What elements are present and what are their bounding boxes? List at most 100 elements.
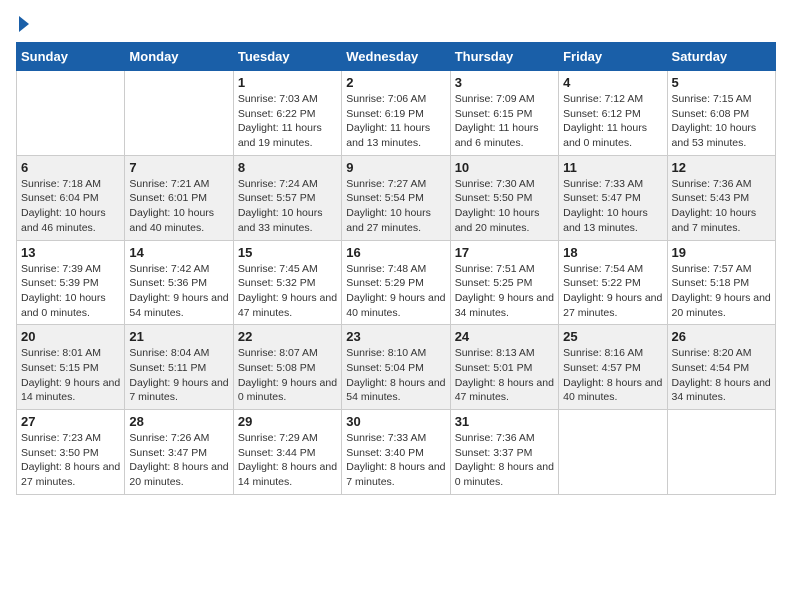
calendar-cell: 27 Sunrise: 7:23 AMSunset: 3:50 PMDayligh… bbox=[17, 410, 125, 495]
day-number: 3 bbox=[455, 75, 554, 90]
calendar-table: SundayMondayTuesdayWednesdayThursdayFrid… bbox=[16, 42, 776, 495]
day-number: 20 bbox=[21, 329, 120, 344]
day-info: Sunrise: 7:45 AMSunset: 5:32 PMDaylight:… bbox=[238, 262, 337, 321]
day-info: Sunrise: 7:23 AMSunset: 3:50 PMDaylight:… bbox=[21, 431, 120, 490]
day-info: Sunrise: 7:06 AMSunset: 6:19 PMDaylight:… bbox=[346, 92, 445, 151]
calendar-cell bbox=[559, 410, 667, 495]
calendar-cell: 26 Sunrise: 8:20 AMSunset: 4:54 PMDayligh… bbox=[667, 325, 775, 410]
day-number: 17 bbox=[455, 245, 554, 260]
day-number: 15 bbox=[238, 245, 337, 260]
calendar-cell: 17 Sunrise: 7:51 AMSunset: 5:25 PMDayligh… bbox=[450, 240, 558, 325]
calendar-week-row: 6 Sunrise: 7:18 AMSunset: 6:04 PMDaylight… bbox=[17, 155, 776, 240]
day-number: 5 bbox=[672, 75, 771, 90]
day-info: Sunrise: 7:24 AMSunset: 5:57 PMDaylight:… bbox=[238, 177, 337, 236]
day-info: Sunrise: 8:16 AMSunset: 4:57 PMDaylight:… bbox=[563, 346, 662, 405]
calendar-cell: 19Sunrise: 7:57 AMSunset: 5:18 PMDayligh… bbox=[667, 240, 775, 325]
day-info: Sunrise: 7:36 AMSunset: 3:37 PMDaylight:… bbox=[455, 431, 554, 490]
day-info: Sunrise: 8:13 AMSunset: 5:01 PMDaylight:… bbox=[455, 346, 554, 405]
calendar-cell: 31 Sunrise: 7:36 AMSunset: 3:37 PMDayligh… bbox=[450, 410, 558, 495]
day-number: 8 bbox=[238, 160, 337, 175]
calendar-cell: 11Sunrise: 7:33 AMSunset: 5:47 PMDayligh… bbox=[559, 155, 667, 240]
weekday-header-thursday: Thursday bbox=[450, 43, 558, 71]
calendar-cell: 12 Sunrise: 7:36 AMSunset: 5:43 PMDayligh… bbox=[667, 155, 775, 240]
day-number: 19 bbox=[672, 245, 771, 260]
day-info: Sunrise: 8:07 AMSunset: 5:08 PMDaylight:… bbox=[238, 346, 337, 405]
day-info: Sunrise: 7:27 AMSunset: 5:54 PMDaylight:… bbox=[346, 177, 445, 236]
day-info: Sunrise: 7:54 AMSunset: 5:22 PMDaylight:… bbox=[563, 262, 662, 321]
calendar-week-row: 20 Sunrise: 8:01 AMSunset: 5:15 PMDayligh… bbox=[17, 325, 776, 410]
day-info: Sunrise: 7:30 AMSunset: 5:50 PMDaylight:… bbox=[455, 177, 554, 236]
day-info: Sunrise: 7:09 AMSunset: 6:15 PMDaylight:… bbox=[455, 92, 554, 151]
calendar-cell: 8 Sunrise: 7:24 AMSunset: 5:57 PMDaylight… bbox=[233, 155, 341, 240]
day-info: Sunrise: 7:12 AMSunset: 6:12 PMDaylight:… bbox=[563, 92, 662, 151]
day-info: Sunrise: 7:26 AMSunset: 3:47 PMDaylight:… bbox=[129, 431, 228, 490]
weekday-header-friday: Friday bbox=[559, 43, 667, 71]
weekday-header-row: SundayMondayTuesdayWednesdayThursdayFrid… bbox=[17, 43, 776, 71]
calendar-cell: 23 Sunrise: 8:10 AMSunset: 5:04 PMDayligh… bbox=[342, 325, 450, 410]
day-info: Sunrise: 7:36 AMSunset: 5:43 PMDaylight:… bbox=[672, 177, 771, 236]
day-info: Sunrise: 7:18 AMSunset: 6:04 PMDaylight:… bbox=[21, 177, 120, 236]
calendar-cell: 6 Sunrise: 7:18 AMSunset: 6:04 PMDaylight… bbox=[17, 155, 125, 240]
calendar-cell: 30Sunrise: 7:33 AMSunset: 3:40 PMDayligh… bbox=[342, 410, 450, 495]
day-number: 14 bbox=[129, 245, 228, 260]
logo bbox=[16, 16, 29, 32]
calendar-cell: 28 Sunrise: 7:26 AMSunset: 3:47 PMDayligh… bbox=[125, 410, 233, 495]
weekday-header-sunday: Sunday bbox=[17, 43, 125, 71]
calendar-cell: 18Sunrise: 7:54 AMSunset: 5:22 PMDayligh… bbox=[559, 240, 667, 325]
day-number: 4 bbox=[563, 75, 662, 90]
calendar-cell: 13 Sunrise: 7:39 AMSunset: 5:39 PMDayligh… bbox=[17, 240, 125, 325]
calendar-cell bbox=[125, 71, 233, 156]
calendar-cell: 15 Sunrise: 7:45 AMSunset: 5:32 PMDayligh… bbox=[233, 240, 341, 325]
day-number: 13 bbox=[21, 245, 120, 260]
calendar-cell: 24 Sunrise: 8:13 AMSunset: 5:01 PMDayligh… bbox=[450, 325, 558, 410]
day-number: 16 bbox=[346, 245, 445, 260]
weekday-header-saturday: Saturday bbox=[667, 43, 775, 71]
day-info: Sunrise: 7:48 AMSunset: 5:29 PMDaylight:… bbox=[346, 262, 445, 321]
day-info: Sunrise: 7:15 AMSunset: 6:08 PMDaylight:… bbox=[672, 92, 771, 151]
day-number: 25 bbox=[563, 329, 662, 344]
day-number: 2 bbox=[346, 75, 445, 90]
calendar-cell: 22 Sunrise: 8:07 AMSunset: 5:08 PMDayligh… bbox=[233, 325, 341, 410]
day-number: 21 bbox=[129, 329, 228, 344]
day-number: 28 bbox=[129, 414, 228, 429]
day-info: Sunrise: 7:42 AMSunset: 5:36 PMDaylight:… bbox=[129, 262, 228, 321]
calendar-cell: 3 Sunrise: 7:09 AMSunset: 6:15 PMDaylight… bbox=[450, 71, 558, 156]
calendar-cell: 21Sunrise: 8:04 AMSunset: 5:11 PMDayligh… bbox=[125, 325, 233, 410]
calendar-cell: 9 Sunrise: 7:27 AMSunset: 5:54 PMDaylight… bbox=[342, 155, 450, 240]
calendar-week-row: 27 Sunrise: 7:23 AMSunset: 3:50 PMDayligh… bbox=[17, 410, 776, 495]
day-number: 23 bbox=[346, 329, 445, 344]
day-number: 12 bbox=[672, 160, 771, 175]
day-info: Sunrise: 7:39 AMSunset: 5:39 PMDaylight:… bbox=[21, 262, 120, 321]
page-header bbox=[16, 16, 776, 32]
day-info: Sunrise: 7:21 AMSunset: 6:01 PMDaylight:… bbox=[129, 177, 228, 236]
calendar-cell bbox=[667, 410, 775, 495]
day-number: 26 bbox=[672, 329, 771, 344]
day-number: 10 bbox=[455, 160, 554, 175]
day-info: Sunrise: 7:29 AMSunset: 3:44 PMDaylight:… bbox=[238, 431, 337, 490]
day-info: Sunrise: 7:51 AMSunset: 5:25 PMDaylight:… bbox=[455, 262, 554, 321]
day-number: 24 bbox=[455, 329, 554, 344]
day-number: 27 bbox=[21, 414, 120, 429]
day-number: 1 bbox=[238, 75, 337, 90]
day-number: 9 bbox=[346, 160, 445, 175]
day-info: Sunrise: 7:33 AMSunset: 5:47 PMDaylight:… bbox=[563, 177, 662, 236]
day-number: 29 bbox=[238, 414, 337, 429]
calendar-cell: 4 Sunrise: 7:12 AMSunset: 6:12 PMDaylight… bbox=[559, 71, 667, 156]
weekday-header-wednesday: Wednesday bbox=[342, 43, 450, 71]
day-number: 6 bbox=[21, 160, 120, 175]
day-number: 22 bbox=[238, 329, 337, 344]
weekday-header-tuesday: Tuesday bbox=[233, 43, 341, 71]
calendar-cell: 7 Sunrise: 7:21 AMSunset: 6:01 PMDaylight… bbox=[125, 155, 233, 240]
day-number: 31 bbox=[455, 414, 554, 429]
calendar-cell: 20 Sunrise: 8:01 AMSunset: 5:15 PMDayligh… bbox=[17, 325, 125, 410]
calendar-week-row: 13 Sunrise: 7:39 AMSunset: 5:39 PMDayligh… bbox=[17, 240, 776, 325]
day-number: 7 bbox=[129, 160, 228, 175]
calendar-cell: 29 Sunrise: 7:29 AMSunset: 3:44 PMDayligh… bbox=[233, 410, 341, 495]
day-info: Sunrise: 8:20 AMSunset: 4:54 PMDaylight:… bbox=[672, 346, 771, 405]
weekday-header-monday: Monday bbox=[125, 43, 233, 71]
calendar-cell bbox=[17, 71, 125, 156]
calendar-cell: 5 Sunrise: 7:15 AMSunset: 6:08 PMDaylight… bbox=[667, 71, 775, 156]
day-info: Sunrise: 8:01 AMSunset: 5:15 PMDaylight:… bbox=[21, 346, 120, 405]
calendar-week-row: 1Sunrise: 7:03 AMSunset: 6:22 PMDaylight… bbox=[17, 71, 776, 156]
day-info: Sunrise: 8:10 AMSunset: 5:04 PMDaylight:… bbox=[346, 346, 445, 405]
